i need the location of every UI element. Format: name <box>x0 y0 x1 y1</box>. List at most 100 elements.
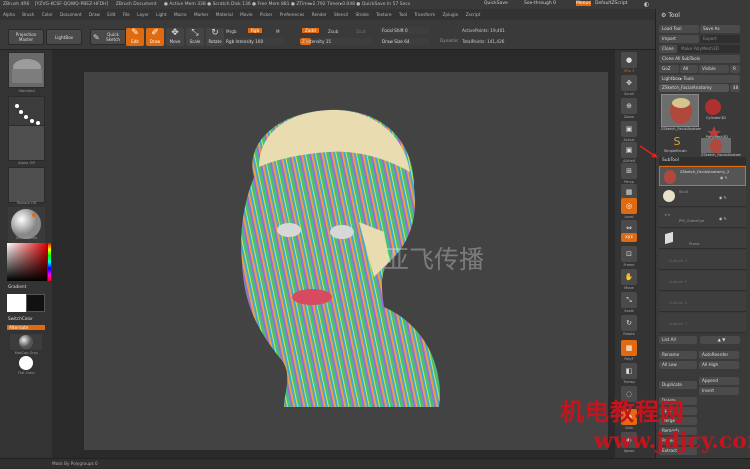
all-high-button[interactable]: All High <box>699 361 739 369</box>
menu-zplugin[interactable]: Zplugin <box>443 12 459 17</box>
clone-button[interactable]: Clone <box>659 45 677 53</box>
quick-sketch-button[interactable]: ✎ Quick Sketch <box>90 29 126 45</box>
quicksave-button[interactable]: QuickSave <box>484 1 508 6</box>
append-button[interactable]: Append <box>699 377 739 385</box>
mask-by-polygroups-slider[interactable]: Mask By Polygroups 0 <box>52 461 98 466</box>
flat-color-sphere-icon[interactable] <box>19 356 33 370</box>
lightbox-tools-button[interactable]: Lightbox▸ Tools <box>659 75 740 83</box>
edit-button[interactable]: ✎ Edit <box>126 28 144 46</box>
default-zscript-button[interactable]: DefaultZScript <box>595 1 628 6</box>
menu-transform[interactable]: Transform <box>414 12 435 17</box>
menu-macro[interactable]: Macro <box>174 12 187 17</box>
scale-button[interactable]: ⤡ Scale <box>186 28 204 46</box>
subtool-2-visibility-icon[interactable]: ◉ ✎ <box>719 195 727 200</box>
draw-button[interactable]: ✐ Draw <box>146 28 164 46</box>
clone-all-subtools-button[interactable]: Clone All SubTools <box>659 55 740 63</box>
zsub-toggle[interactable]: Zsub <box>328 29 338 34</box>
subtool-row-3[interactable]: ◦◦ PM_OuterEye ◉ ✎ <box>659 208 746 228</box>
rotate-button[interactable]: ↻ Rotate <box>206 28 224 46</box>
polyf-button[interactable]: ▦ <box>621 340 637 356</box>
menu-light[interactable]: Light <box>156 12 166 17</box>
color-picker[interactable] <box>7 243 47 281</box>
local-button[interactable]: ◎ <box>621 198 637 214</box>
scroll-button[interactable]: ✥ <box>621 75 637 91</box>
tool-thumb-head-2[interactable] <box>701 138 731 153</box>
move-view-button[interactable]: ✋ <box>621 269 637 285</box>
matcap-thumbnail[interactable] <box>10 334 42 350</box>
zadd-toggle[interactable]: Zadd <box>302 28 319 33</box>
subtool-row-1[interactable]: ZSketch_FacialAnatomy_2 ◉ ✎ <box>659 166 746 186</box>
tool-thumb-cylinder[interactable] <box>703 97 723 117</box>
switchcolor-button[interactable]: SwitchColor <box>8 316 33 321</box>
alternate-button[interactable]: Alternate <box>7 325 45 330</box>
dynamic-toggle[interactable]: Dynamic <box>440 38 458 43</box>
main-color-swatch[interactable] <box>7 294 26 312</box>
tool-thumb-head-1[interactable] <box>661 94 699 127</box>
menu-layer[interactable]: Layer <box>137 12 149 17</box>
visible-button[interactable]: Visible <box>699 65 729 73</box>
subtool-arrows-icon[interactable]: ▲ ▼ <box>700 336 740 344</box>
subtool-3-visibility-icon[interactable]: ◉ ✎ <box>719 216 727 221</box>
insert-button[interactable]: Insert <box>699 387 739 395</box>
menu-preferences[interactable]: Preferences <box>280 12 305 17</box>
menu-tool[interactable]: Tool <box>399 12 407 17</box>
document-canvas[interactable] <box>84 72 608 450</box>
lightbox-button[interactable]: LightBox <box>46 29 82 45</box>
autoreorder-button[interactable]: AutoReorder <box>699 351 739 359</box>
make-polymesh-button[interactable]: Make PolyMesh3D <box>678 45 740 53</box>
mrgb-toggle[interactable]: Mrgb <box>226 29 237 34</box>
rgb-toggle[interactable]: Rgb <box>248 28 263 33</box>
menu-draw[interactable]: Draw <box>89 12 100 17</box>
menu-marker[interactable]: Marker <box>194 12 208 17</box>
subtool-1-visibility-icon[interactable]: ◉ ✎ <box>720 175 728 180</box>
goz-button[interactable]: GoZ <box>659 65 679 73</box>
secondary-color-swatch[interactable] <box>26 294 45 312</box>
current-tool-name[interactable]: ZSketch_FacialAnatomy <box>659 84 729 92</box>
menu-render[interactable]: Render <box>312 12 327 17</box>
menus-button[interactable]: Menus <box>576 1 591 6</box>
move-button[interactable]: ✥ Move <box>166 28 184 46</box>
all-low-button[interactable]: All Low <box>659 361 697 369</box>
actual-button[interactable]: ▣ <box>621 121 637 137</box>
duplicate-button[interactable]: Duplicate <box>659 381 697 389</box>
rgb-intensity-slider[interactable]: Rgb Intensity 100 <box>224 38 284 45</box>
brush-thumbnail[interactable] <box>8 52 45 88</box>
menu-brush[interactable]: Brush <box>22 12 34 17</box>
menu-zscript[interactable]: Zscript <box>466 12 481 17</box>
menu-alpha[interactable]: Alpha <box>3 12 15 17</box>
tool-thumb-polymesh[interactable] <box>707 123 721 138</box>
load-tool-button[interactable]: Load Tool <box>659 25 699 33</box>
export-button[interactable]: Export <box>700 35 740 43</box>
texture-thumbnail[interactable] <box>8 167 45 203</box>
menu-texture[interactable]: Texture <box>376 12 391 17</box>
menu-document[interactable]: Document <box>60 12 82 17</box>
simplebrush-icon[interactable]: S <box>668 135 686 149</box>
draw-size-slider[interactable]: Draw Size 64 <box>380 38 430 45</box>
rename-button[interactable]: Rename <box>659 351 697 359</box>
scale-view-button[interactable]: ⤡ <box>621 292 637 308</box>
r-button[interactable]: R <box>730 65 740 73</box>
menu-stroke[interactable]: Stroke <box>356 12 369 17</box>
hue-strip[interactable] <box>48 243 51 281</box>
subtool-row-2[interactable]: Skull ◉ ✎ <box>659 187 746 207</box>
subtool-row-4[interactable]: Plane <box>659 229 746 249</box>
menu-movie[interactable]: Movie <box>240 12 252 17</box>
frame-button[interactable]: ⊡ <box>621 246 637 262</box>
aahalf-button[interactable]: ▣ <box>621 142 637 158</box>
transp-button[interactable]: ◧ <box>621 363 637 379</box>
tool-palette-header[interactable]: ⚙ Tool <box>661 12 680 19</box>
all-button[interactable]: All <box>680 65 698 73</box>
menu-file[interactable]: File <box>123 12 130 17</box>
xyz-button[interactable]: xyz <box>621 233 637 242</box>
menu-edit[interactable]: Edit <box>107 12 115 17</box>
alpha-thumbnail[interactable] <box>8 125 45 161</box>
zcut-toggle[interactable]: Zcut <box>356 29 365 34</box>
z-intensity-slider[interactable]: Z Intensity 15 <box>300 38 372 45</box>
menu-picker[interactable]: Picker <box>260 12 272 17</box>
m-toggle[interactable]: M <box>276 29 280 34</box>
persp-button[interactable]: ⊞ <box>621 163 637 179</box>
subtool-section-header[interactable]: SubTool <box>659 157 746 165</box>
import-button[interactable]: Import <box>659 35 699 43</box>
zoom-button[interactable]: ⊕ <box>621 98 637 114</box>
list-all-button[interactable]: List All <box>659 336 697 344</box>
